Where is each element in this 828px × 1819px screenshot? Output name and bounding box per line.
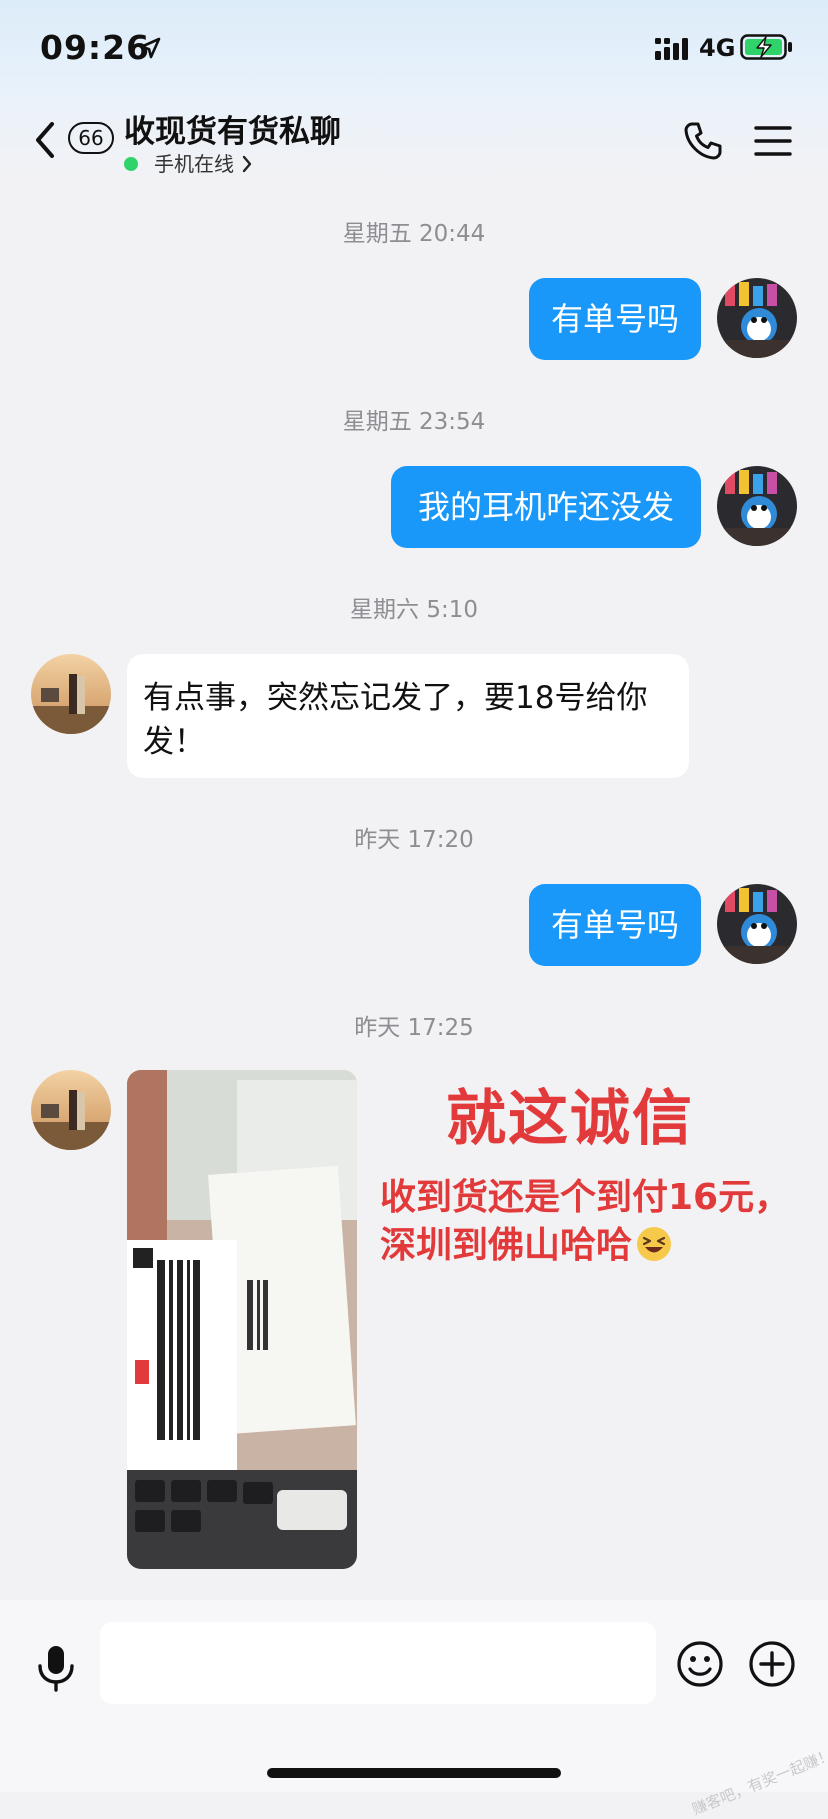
location-arrow-icon: [139, 37, 161, 59]
online-status[interactable]: 手机在线: [124, 148, 252, 176]
timestamp: 星期五 20:44: [342, 221, 486, 247]
annotation-body-text: 收到货还是个到付16元，深圳到佛山哈哈: [380, 1177, 791, 1266]
home-indicator[interactable]: [267, 1768, 561, 1778]
shipping-label-photo[interactable]: [127, 1070, 357, 1569]
back-chevron-icon: [36, 122, 54, 158]
message-list[interactable]: 星期五 20:44 有单号吗 星期五 23:54 我的耳机咋还没发 星期六 5:…: [0, 182, 828, 1600]
status-time: 09:26: [40, 28, 151, 67]
signal-icon: [655, 38, 688, 60]
phone-icon[interactable]: [683, 121, 723, 161]
my-avatar[interactable]: [717, 466, 797, 546]
timestamp: 星期五 23:54: [342, 409, 486, 435]
timestamp: 昨天 17:20: [354, 827, 474, 853]
my-avatar[interactable]: [717, 884, 797, 964]
contact-avatar[interactable]: [31, 654, 111, 734]
online-dot-icon: [124, 157, 138, 171]
emoji-icon[interactable]: [676, 1640, 724, 1688]
my-avatar[interactable]: [717, 278, 797, 358]
outgoing-message[interactable]: 有单号吗: [529, 278, 701, 360]
outgoing-message[interactable]: 有单号吗: [529, 884, 701, 966]
annotation-body: 收到货还是个到付16元，深圳到佛山哈哈: [380, 1174, 820, 1270]
battery-charging-icon: [740, 34, 792, 60]
network-type: 4G: [699, 34, 736, 62]
online-status-label: 手机在线: [154, 152, 234, 176]
plus-icon[interactable]: [748, 1640, 796, 1688]
menu-icon[interactable]: [754, 125, 792, 157]
unread-count-badge: 66: [68, 122, 114, 154]
back-button[interactable]: 66: [34, 118, 126, 162]
input-bar: 赚客吧，有奖一起赚！ www.zuanke8.com: [0, 1600, 828, 1819]
message-input[interactable]: [100, 1622, 656, 1704]
laughing-emoji-icon: [637, 1227, 672, 1261]
annotation-headline: 就这诚信: [446, 1084, 694, 1154]
timestamp: 昨天 17:25: [354, 1015, 474, 1041]
contact-avatar[interactable]: [31, 1070, 111, 1150]
timestamp: 星期六 5:10: [350, 597, 478, 623]
outgoing-message[interactable]: 我的耳机咋还没发: [391, 466, 701, 548]
watermark: 赚客吧，有奖一起赚！ www.zuanke8.com: [689, 1691, 828, 1819]
microphone-icon[interactable]: [36, 1644, 76, 1692]
incoming-message[interactable]: 有点事，突然忘记发了，要18号给你发！: [127, 654, 689, 778]
chevron-right-icon: [242, 155, 252, 173]
chat-title[interactable]: 收现货有货私聊: [124, 106, 341, 151]
status-bar: 09:26 4G: [0, 0, 828, 100]
